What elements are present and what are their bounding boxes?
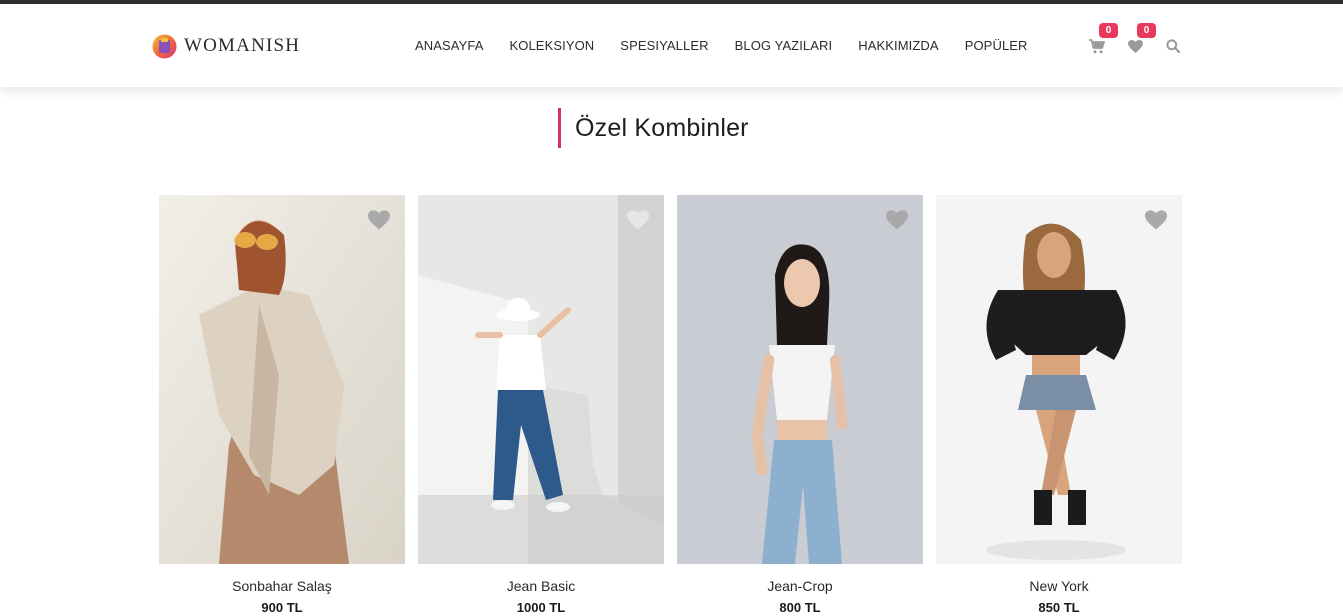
product-image[interactable] xyxy=(159,195,405,564)
cart-icon xyxy=(1089,38,1105,53)
nav-item-hakkimizda[interactable]: HAKKIMIZDA xyxy=(858,38,938,53)
product-image[interactable] xyxy=(677,195,923,564)
search-icon xyxy=(1166,39,1180,53)
wishlist-count-badge: 0 xyxy=(1137,23,1156,38)
product-price: 850 TL xyxy=(1038,600,1080,615)
product-name[interactable]: New York xyxy=(936,578,1182,594)
product-price: 900 TL xyxy=(261,600,303,615)
nav-item-populer[interactable]: POPÜLER xyxy=(965,38,1028,53)
product-name[interactable]: Jean-Crop xyxy=(677,578,923,594)
site-header: WOMANISH ANASAYFA KOLEKSIYON SPESIYALLER… xyxy=(0,4,1343,87)
product-card[interactable]: Sonbahar Salaş 900 TL xyxy=(159,195,405,615)
product-name[interactable]: Jean Basic xyxy=(418,578,664,594)
section-heading: Özel Kombinler xyxy=(558,108,749,148)
favorite-heart-icon[interactable] xyxy=(368,210,390,230)
product-photo-autumn xyxy=(159,195,405,564)
product-grid: Sonbahar Salaş 900 TL Jean Basic 1000 TL… xyxy=(159,195,1182,615)
nav-item-spesiyaller[interactable]: SPESIYALLER xyxy=(620,38,708,53)
product-image[interactable] xyxy=(418,195,664,564)
product-card[interactable]: Jean-Crop 800 TL xyxy=(677,195,923,615)
product-card[interactable]: New York 850 TL xyxy=(936,195,1182,615)
cart-count-badge: 0 xyxy=(1099,23,1118,38)
main-nav: ANASAYFA KOLEKSIYON SPESIYALLER BLOG YAZ… xyxy=(415,38,1028,53)
cart-button[interactable]: 0 xyxy=(1088,23,1118,55)
product-photo-jean-crop xyxy=(677,195,923,564)
nav-item-koleksiyon[interactable]: KOLEKSIYON xyxy=(509,38,594,53)
nav-item-anasayfa[interactable]: ANASAYFA xyxy=(415,38,483,53)
search-button[interactable] xyxy=(1164,37,1182,55)
product-card[interactable]: Jean Basic 1000 TL xyxy=(418,195,664,615)
product-photo-new-york xyxy=(936,195,1182,564)
nav-item-blog[interactable]: BLOG YAZILARI xyxy=(735,38,833,53)
wishlist-button[interactable]: 0 xyxy=(1126,23,1156,55)
brand-name: WOMANISH xyxy=(184,35,301,56)
product-image[interactable] xyxy=(936,195,1182,564)
heart-icon xyxy=(1127,39,1143,53)
brand-logo-icon xyxy=(152,34,177,58)
favorite-heart-icon[interactable] xyxy=(627,210,649,230)
product-price: 800 TL xyxy=(779,600,821,615)
brand-logo[interactable]: WOMANISH xyxy=(152,33,300,59)
product-name[interactable]: Sonbahar Salaş xyxy=(159,578,405,594)
section-title: Özel Kombinler xyxy=(575,113,749,142)
product-photo-jean-basic xyxy=(418,195,664,564)
product-price: 1000 TL xyxy=(516,600,566,615)
favorite-heart-icon[interactable] xyxy=(886,210,908,230)
favorite-heart-icon[interactable] xyxy=(1145,210,1167,230)
